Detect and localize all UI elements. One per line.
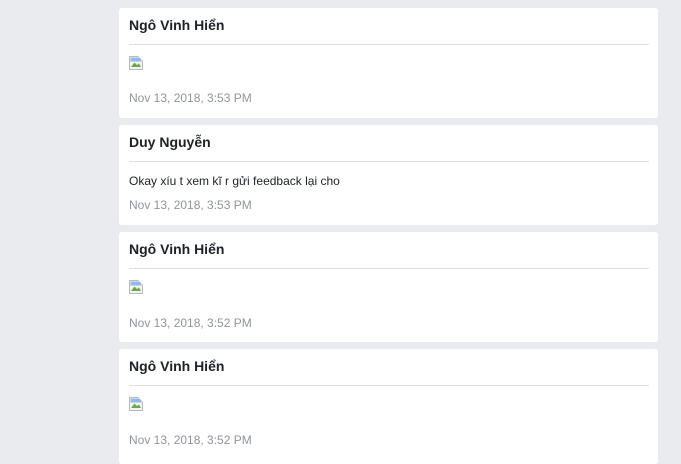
message-card: Ngô Vinh Hiển Nov 13, 2018, 3:53 PM xyxy=(119,8,658,118)
message-card: Ngô Vinh Hiển Nov 13, 2018, 3:52 PM xyxy=(119,349,658,464)
sender-name[interactable]: Ngô Vinh Hiển xyxy=(129,17,224,33)
message-timestamp: Nov 13, 2018, 3:52 PM xyxy=(129,433,252,447)
message-text: Okay xíu t xem kĩ r gửi feedback lại cho xyxy=(129,174,340,188)
sender-name[interactable]: Ngô Vinh Hiển xyxy=(129,241,224,257)
broken-image-icon[interactable] xyxy=(129,56,143,70)
message-card: Ngô Vinh Hiển Nov 13, 2018, 3:52 PM xyxy=(119,232,658,342)
message-timestamp: Nov 13, 2018, 3:52 PM xyxy=(129,316,252,330)
broken-image-icon[interactable] xyxy=(129,280,143,294)
broken-image-icon[interactable] xyxy=(129,397,143,411)
divider xyxy=(129,161,649,162)
divider xyxy=(129,268,649,269)
sender-name[interactable]: Ngô Vinh Hiển xyxy=(129,358,224,374)
divider xyxy=(129,385,649,386)
divider xyxy=(129,44,649,45)
message-timestamp: Nov 13, 2018, 3:53 PM xyxy=(129,91,252,105)
sender-name[interactable]: Duy Nguyễn xyxy=(129,134,211,150)
message-card: Duy Nguyễn Okay xíu t xem kĩ r gửi feedb… xyxy=(119,125,658,225)
message-timestamp: Nov 13, 2018, 3:53 PM xyxy=(129,198,252,212)
